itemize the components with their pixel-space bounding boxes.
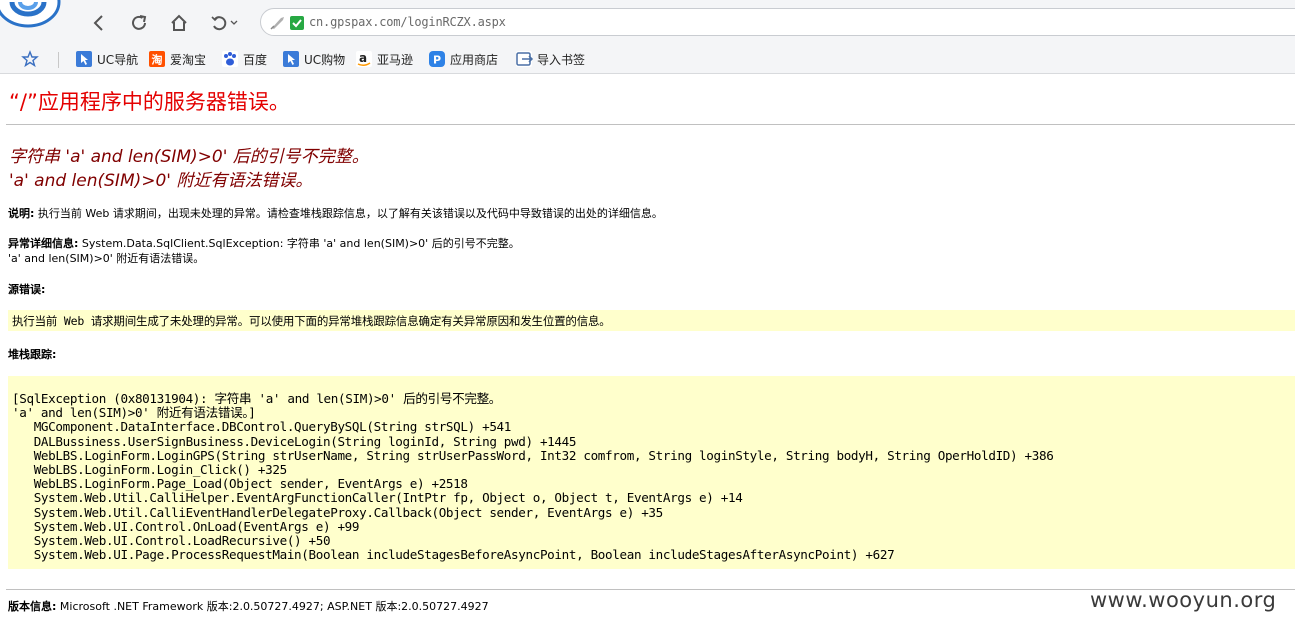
description-line: 说明: 执行当前 Web 请求期间，出现未处理的异常。请检查堆栈跟踪信息，以了解… <box>8 205 663 221</box>
taobao-icon: 淘 <box>149 51 165 67</box>
bookmark-uc-nav[interactable]: UC导航 <box>76 50 138 68</box>
browser-toolbar: cn.gpspax.com/loginRCZX.aspx <box>0 0 1295 44</box>
bookmark-label: 应用商店 <box>450 52 499 67</box>
bookmark-label: UC购物 <box>304 52 346 67</box>
divider <box>6 124 1295 125</box>
bookmark-label: 百度 <box>243 52 268 67</box>
undo-icon <box>211 16 227 31</box>
uc-shop-icon <box>283 51 299 67</box>
source-error-text: 执行当前 Web 请求期间生成了未处理的异常。可以使用下面的异常堆栈跟踪信息确定… <box>12 314 611 328</box>
baidu-icon <box>222 51 238 67</box>
stack-label: 堆栈跟踪: <box>8 348 57 361</box>
exception-details-line: 异常详细信息: System.Data.SqlClient.SqlExcepti… <box>8 235 520 251</box>
security-check-icon[interactable] <box>289 15 305 31</box>
back-icon <box>93 15 103 31</box>
svg-text:P: P <box>433 54 441 67</box>
stack-trace-text: [SqlException (0x80131904): 字符串 'a' and … <box>12 391 1054 563</box>
uc-browser-logo[interactable] <box>0 0 66 36</box>
import-bookmarks-icon <box>516 51 534 67</box>
error-message-line1: 字符串 'a' and len(SIM)>0' 后的引号不完整。 <box>9 147 369 167</box>
back-button[interactable] <box>86 10 112 36</box>
error-message-line2: 'a' and len(SIM)>0' 附近有语法错误。 <box>9 171 313 191</box>
bookmark-taobao[interactable]: 淘 爱淘宝 <box>149 50 206 68</box>
bookmarks-separator <box>58 52 59 68</box>
exception-text: System.Data.SqlClient.SqlException: 字符串 … <box>78 237 520 250</box>
svg-text:a: a <box>359 51 367 65</box>
star-icon[interactable] <box>21 50 39 68</box>
home-button[interactable] <box>166 10 192 36</box>
address-bar[interactable]: cn.gpspax.com/loginRCZX.aspx <box>260 8 1295 36</box>
app-store-icon: P <box>429 51 445 67</box>
bookmarks-bar: UC导航 淘 爱淘宝 百度 UC购物 a 亚马逊 P 应用商店 导入书签 <box>0 44 1295 74</box>
undo-close-tab-button[interactable] <box>206 10 242 36</box>
bookmark-import[interactable]: 导入书签 <box>516 50 585 68</box>
exception-details-line2: 'a' and len(SIM)>0' 附近有语法错误。 <box>8 252 205 265</box>
bookmark-amazon[interactable]: a 亚马逊 <box>356 50 413 68</box>
home-icon <box>171 14 187 31</box>
description-label: 说明: <box>8 207 35 220</box>
svg-text:淘: 淘 <box>152 53 163 67</box>
rocket-icon[interactable] <box>269 15 287 31</box>
amazon-icon: a <box>356 51 372 67</box>
version-info-line: 版本信息: Microsoft .NET Framework 版本:2.0.50… <box>8 598 489 614</box>
bookmark-label: 导入书签 <box>537 52 586 67</box>
version-text: Microsoft .NET Framework 版本:2.0.50727.49… <box>56 600 489 613</box>
uc-nav-icon <box>76 51 92 67</box>
source-error-heading: 源错误: <box>8 281 45 297</box>
reload-button[interactable] <box>126 10 152 36</box>
stack-trace-heading: 堆栈跟踪: <box>8 346 56 362</box>
source-label: 源错误: <box>8 283 46 296</box>
reload-icon <box>132 15 147 30</box>
description-text: 执行当前 Web 请求期间，出现未处理的异常。请检查堆栈跟踪信息，以了解有关该错… <box>34 207 663 220</box>
bookmark-app-store[interactable]: P 应用商店 <box>429 50 498 68</box>
chevron-down-icon <box>230 20 238 25</box>
page-title: “/”应用程序中的服务器错误。 <box>9 90 290 114</box>
url-text[interactable]: cn.gpspax.com/loginRCZX.aspx <box>309 15 506 29</box>
source-error-box: 执行当前 Web 请求期间生成了未处理的异常。可以使用下面的异常堆栈跟踪信息确定… <box>8 310 1295 331</box>
watermark: www.wooyun.org <box>1090 588 1277 612</box>
bookmark-label: UC导航 <box>97 52 139 67</box>
version-label: 版本信息: <box>8 600 57 613</box>
bookmark-label: 爱淘宝 <box>170 52 207 67</box>
exception-label: 异常详细信息: <box>8 237 79 250</box>
bookmark-baidu[interactable]: 百度 <box>222 50 267 68</box>
bookmark-label: 亚马逊 <box>377 52 414 67</box>
stack-trace-box: [SqlException (0x80131904): 字符串 'a' and … <box>8 376 1295 569</box>
page-content: “/”应用程序中的服务器错误。 字符串 'a' and len(SIM)>0' … <box>0 74 1295 630</box>
bookmark-uc-shop[interactable]: UC购物 <box>283 50 345 68</box>
